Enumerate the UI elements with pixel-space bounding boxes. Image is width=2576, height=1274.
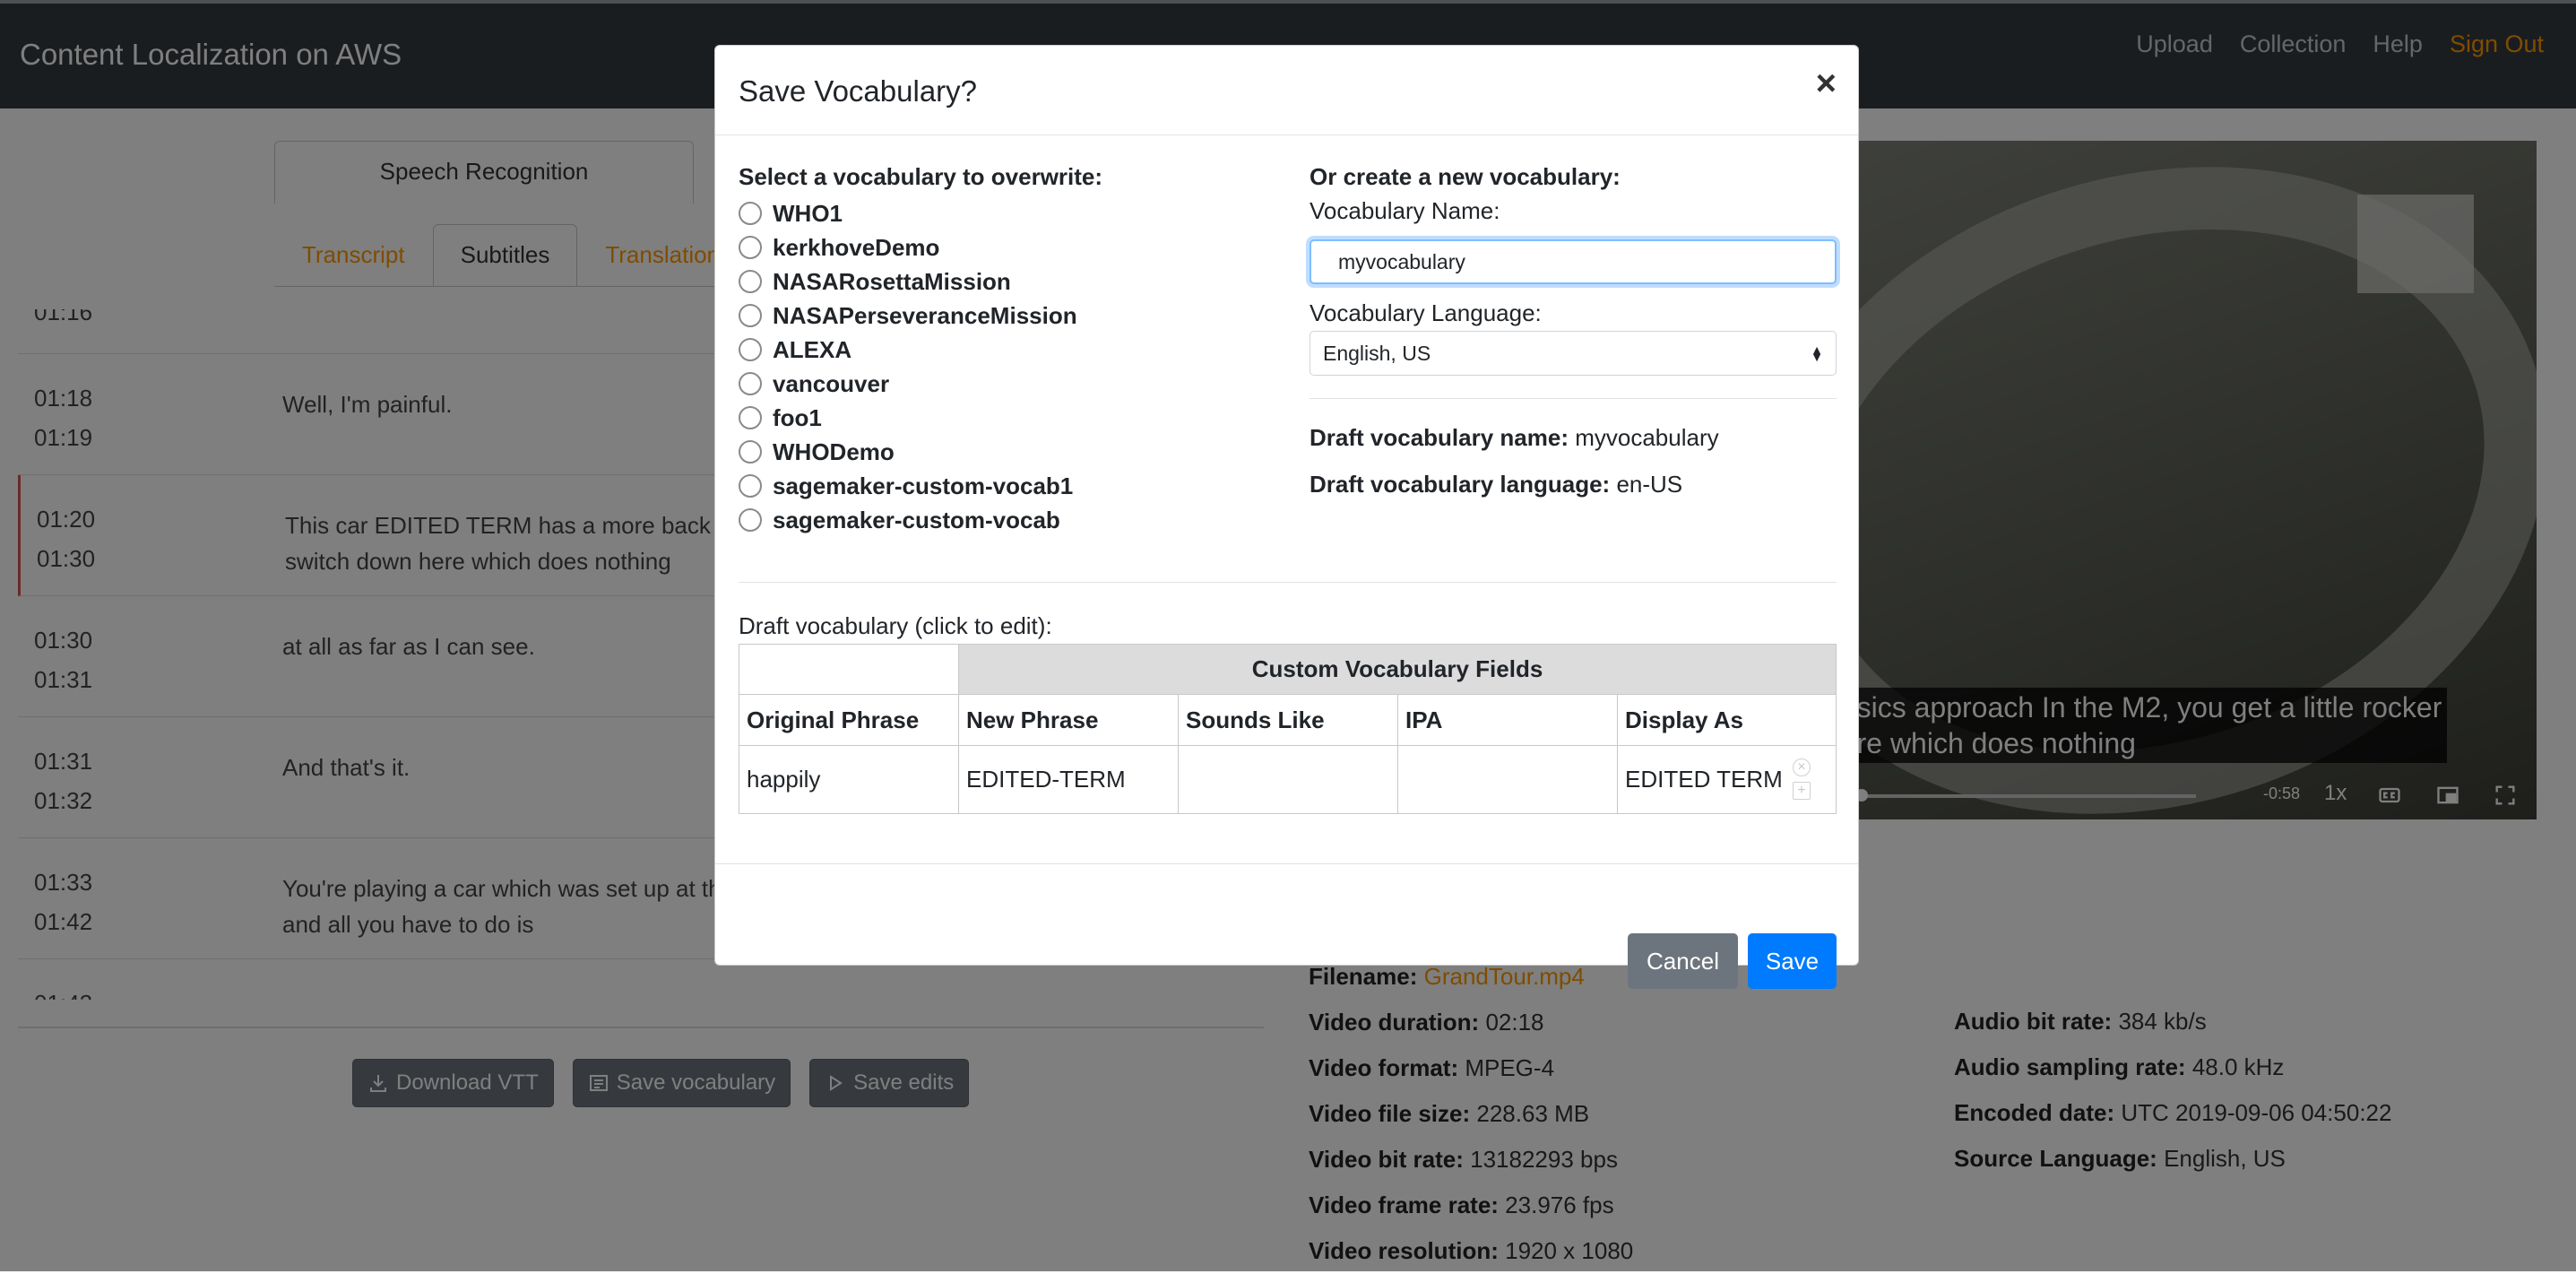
vocabulary-option[interactable]: sagemaker-custom-vocab	[739, 503, 1077, 537]
divider	[739, 582, 1837, 583]
add-row-icon[interactable]: +	[1793, 782, 1811, 800]
vocabulary-option-label: kerkhoveDemo	[773, 233, 940, 261]
table-cell-new-phrase[interactable]: EDITED-TERM	[958, 745, 1179, 814]
vocabulary-option[interactable]: WHO1	[739, 196, 1077, 230]
table-cell-display-as[interactable]: EDITED TERM × +	[1617, 745, 1837, 814]
select-caret-icon: ▲ ▼	[1811, 342, 1823, 364]
table-header-blank	[739, 644, 959, 695]
vocabulary-option[interactable]: NASAPerseveranceMission	[739, 299, 1077, 333]
vocabulary-option[interactable]: ALEXA	[739, 333, 1077, 367]
table-group-header-label: Custom Vocabulary Fields	[958, 644, 1837, 695]
draft-vocabulary-name: Draft vocabulary name: myvocabulary	[1310, 424, 1719, 452]
column-header: Sounds Like	[1178, 694, 1398, 746]
close-icon[interactable]: ×	[1816, 65, 1837, 101]
radio-button[interactable]	[739, 270, 762, 293]
modal-title: Save Vocabulary?	[739, 74, 978, 108]
vocabulary-option-label: NASARosettaMission	[773, 267, 1011, 295]
column-header: Original Phrase	[739, 694, 959, 746]
draft-name-label: Draft vocabulary name:	[1310, 424, 1569, 451]
draft-vocabulary-label: Draft vocabulary (click to edit):	[739, 612, 1052, 639]
draft-lang-label: Draft vocabulary language:	[1310, 471, 1611, 498]
vocabulary-radio-list: WHO1 kerkhoveDemo NASARosettaMission NAS…	[739, 196, 1077, 537]
delete-row-icon[interactable]: ×	[1793, 758, 1811, 776]
vocabulary-name-label: Vocabulary Name:	[1310, 197, 1500, 224]
table-group-header: Custom Vocabulary Fields	[739, 644, 1837, 695]
vocabulary-option-label: ALEXA	[773, 335, 852, 363]
column-header: Display As	[1617, 694, 1837, 746]
vocabulary-language-label: Vocabulary Language:	[1310, 299, 1542, 326]
vocabulary-option[interactable]: vancouver	[739, 367, 1077, 401]
radio-button[interactable]	[739, 236, 762, 259]
draft-lang-value: en-US	[1616, 471, 1683, 498]
vocabulary-option-label: vancouver	[773, 369, 890, 397]
table-cell-sounds-like[interactable]	[1178, 745, 1398, 814]
vocabulary-option[interactable]: WHODemo	[739, 435, 1077, 469]
vocabulary-name-input[interactable]	[1310, 239, 1837, 284]
vocabulary-option[interactable]: NASARosettaMission	[739, 264, 1077, 299]
divider	[1310, 398, 1837, 399]
vocabulary-option[interactable]: kerkhoveDemo	[739, 230, 1077, 264]
vocabulary-option-label: sagemaker-custom-vocab1	[773, 472, 1074, 499]
vocabulary-language-value: English, US	[1323, 341, 1431, 365]
table-cell-original-phrase[interactable]: happily	[739, 745, 959, 814]
cancel-button[interactable]: Cancel	[1628, 933, 1738, 989]
table-header-row: Original Phrase New Phrase Sounds Like I…	[739, 694, 1837, 746]
draft-vocabulary-language: Draft vocabulary language: en-US	[1310, 471, 1682, 498]
draft-vocabulary-table: Custom Vocabulary Fields Original Phrase…	[739, 644, 1837, 814]
save-button[interactable]: Save	[1748, 933, 1837, 989]
vocabulary-language-select[interactable]: English, US ▲ ▼	[1310, 331, 1837, 376]
radio-button[interactable]	[739, 372, 762, 395]
vocabulary-option-label: WHO1	[773, 199, 843, 227]
draft-name-value: myvocabulary	[1575, 424, 1719, 451]
radio-button[interactable]	[739, 474, 762, 498]
table-cell-display-as-value[interactable]: EDITED TERM	[1625, 766, 1783, 793]
column-header: New Phrase	[958, 694, 1179, 746]
table-row[interactable]: happily EDITED-TERM EDITED TERM × +	[739, 745, 1837, 814]
modal-header: Save Vocabulary? ×	[715, 46, 1858, 135]
radio-button[interactable]	[739, 338, 762, 361]
save-vocabulary-modal: Save Vocabulary? × Select a vocabulary t…	[714, 45, 1859, 989]
radio-button[interactable]	[739, 440, 762, 464]
radio-button[interactable]	[739, 508, 762, 532]
vocabulary-option-label: sagemaker-custom-vocab	[773, 506, 1060, 533]
vocabulary-option-label: foo1	[773, 403, 822, 431]
select-vocabulary-label: Select a vocabulary to overwrite:	[739, 163, 1103, 190]
vocabulary-option-label: NASAPerseveranceMission	[773, 301, 1077, 329]
radio-button[interactable]	[739, 304, 762, 327]
table-cell-ipa[interactable]	[1397, 745, 1618, 814]
column-header: IPA	[1397, 694, 1618, 746]
vocabulary-option-label: WHODemo	[773, 438, 895, 465]
radio-button[interactable]	[739, 406, 762, 429]
vocabulary-option[interactable]: foo1	[739, 401, 1077, 435]
radio-button[interactable]	[739, 202, 762, 225]
create-vocabulary-label: Or create a new vocabulary:	[1310, 163, 1621, 190]
vocabulary-option[interactable]: sagemaker-custom-vocab1	[739, 469, 1077, 503]
